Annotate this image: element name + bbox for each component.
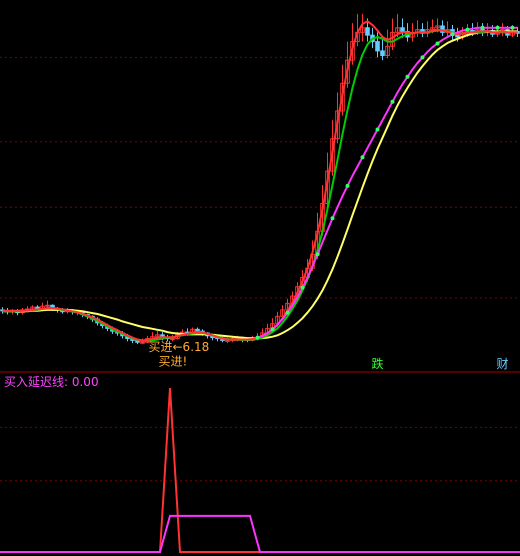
buy-annotation: 买进!	[159, 355, 188, 369]
trend-dot	[450, 32, 455, 37]
trend-dot	[360, 155, 365, 160]
candle-body	[45, 304, 50, 307]
trend-dot	[390, 99, 395, 104]
trend-dot	[375, 127, 380, 132]
candle-body	[455, 34, 460, 38]
candle-body	[400, 27, 405, 32]
chart-annotations: 买进←6.18买进! 跌 财	[149, 340, 509, 371]
signal-marker: 财	[497, 357, 509, 371]
trend-dot	[405, 74, 410, 79]
indicator-line-0	[0, 387, 520, 553]
ma-line-2	[2, 20, 518, 342]
trend-dot	[420, 55, 425, 60]
trend-dot	[480, 25, 485, 30]
indicator-panel	[0, 387, 520, 553]
candlesticks	[0, 13, 520, 345]
trend-dot	[495, 25, 500, 30]
indicator-title: 买入延迟线: 0.00	[4, 375, 99, 389]
trend-dot	[465, 27, 470, 32]
candle-body	[380, 50, 385, 56]
ma-line-3	[257, 26, 518, 339]
ma-line-1	[2, 29, 518, 342]
signal-marker: 跌	[372, 356, 384, 371]
trend-dot	[315, 252, 320, 257]
trend-dot	[510, 25, 515, 30]
trend-dot	[270, 327, 275, 332]
trend-dot	[300, 285, 305, 290]
stock-chart: 买进←6.18买进! 跌 财 买入延迟线: 0.00	[0, 13, 520, 553]
ma-line-0	[2, 30, 518, 340]
candle-body	[375, 41, 380, 52]
candle-body	[140, 341, 145, 344]
trend-dot	[345, 183, 350, 188]
trend-dot	[285, 310, 290, 315]
indicator-line-1	[0, 514, 520, 553]
candle-body	[195, 328, 200, 332]
moving-average-lines	[2, 20, 518, 342]
grid-lines	[0, 56, 520, 482]
trend-dot	[435, 41, 440, 46]
trend-dot	[330, 216, 335, 221]
candle-body	[365, 27, 370, 36]
buy-annotation: 买进←6.18	[149, 340, 210, 354]
trend-dot	[255, 335, 260, 340]
